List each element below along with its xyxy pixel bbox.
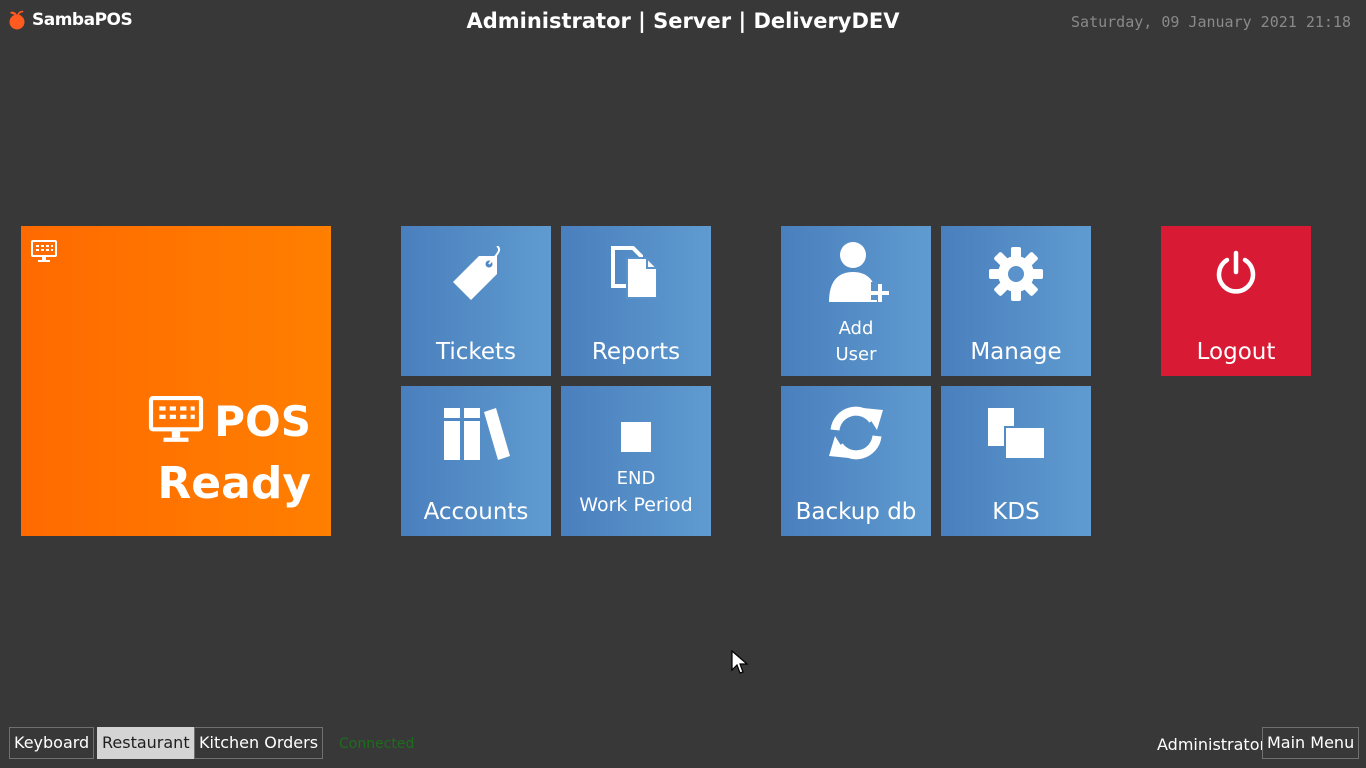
connection-status: Connected: [339, 736, 415, 752]
documents-icon: [611, 246, 658, 299]
accounts-tile[interactable]: Accounts: [401, 386, 551, 536]
accounts-label: Accounts: [423, 499, 529, 525]
mouse-cursor-icon: [731, 650, 749, 674]
pos-label: POS: [214, 396, 311, 446]
refresh-icon: [829, 406, 883, 460]
kds-tile[interactable]: KDS: [941, 386, 1091, 536]
logout-tile[interactable]: Logout: [1161, 226, 1311, 376]
backup-db-tile[interactable]: Backup db: [781, 386, 931, 536]
logout-label: Logout: [1196, 339, 1276, 365]
tickets-label: Tickets: [435, 339, 517, 365]
main-menu-button[interactable]: Main Menu: [1262, 727, 1360, 759]
header-bar: SambaPOS Administrator | Server | Delive…: [0, 0, 1366, 46]
date-time: Saturday, 09 January 2021 21:18: [1071, 13, 1351, 31]
pos-ready-tile[interactable]: POS Ready: [21, 226, 331, 536]
backup-label: Backup db: [795, 499, 917, 525]
windows-icon: [988, 408, 1044, 458]
tickets-tile[interactable]: Tickets: [401, 226, 551, 376]
tag-icon: [453, 246, 501, 300]
gear-icon: [989, 247, 1043, 301]
power-icon: [1216, 250, 1256, 294]
kitchen-orders-button[interactable]: Kitchen Orders: [194, 727, 324, 759]
work-period-label: Work Period: [579, 494, 693, 516]
end-work-period-tile[interactable]: END Work Period: [561, 386, 711, 536]
restaurant-button[interactable]: Restaurant: [97, 727, 195, 759]
reports-tile[interactable]: Reports: [561, 226, 711, 376]
add-label: Add: [838, 318, 874, 339]
add-user-tile[interactable]: Add User: [781, 226, 931, 376]
pos-terminal-icon: [31, 240, 57, 262]
reports-label: Reports: [591, 339, 681, 365]
pos-status: Ready: [157, 458, 311, 509]
current-user: Administrator: [1157, 735, 1267, 754]
manage-tile[interactable]: Manage: [941, 226, 1091, 376]
keyboard-button[interactable]: Keyboard: [9, 727, 95, 759]
end-label: END: [616, 468, 656, 489]
stop-icon: [621, 422, 651, 452]
pos-terminal-large-icon: [149, 396, 204, 442]
kds-label: KDS: [992, 499, 1040, 525]
manage-label: Manage: [970, 339, 1062, 365]
user-label: User: [835, 344, 877, 365]
add-user-icon: [829, 242, 889, 302]
books-icon: [444, 408, 510, 460]
